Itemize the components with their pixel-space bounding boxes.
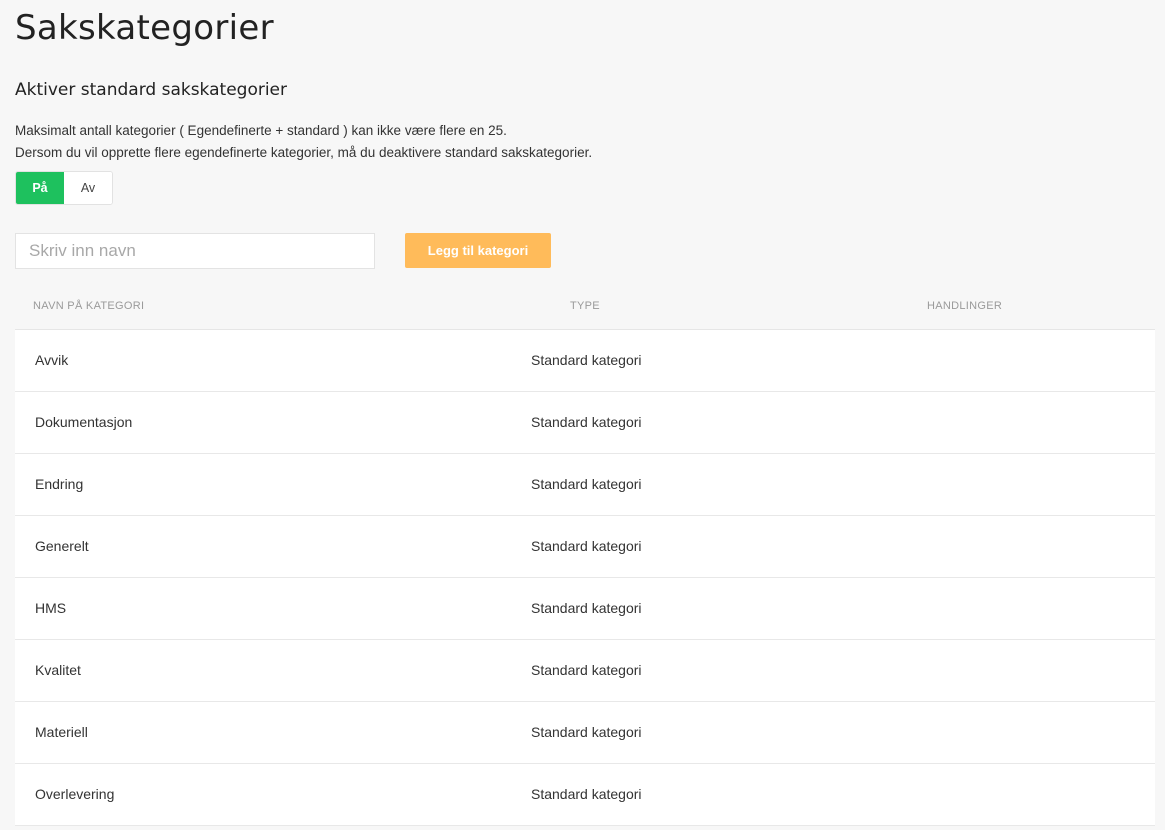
add-category-button[interactable]: Legg til kategori <box>405 233 551 268</box>
table-row: Dokumentasjon Standard kategori <box>15 392 1155 454</box>
table-row: Avvik Standard kategori <box>15 330 1155 392</box>
table-row: Generelt Standard kategori <box>15 516 1155 578</box>
category-type: Standard kategori <box>531 786 642 802</box>
category-name: Kvalitet <box>35 662 81 678</box>
table-row: HMS Standard kategori <box>15 578 1155 640</box>
description-line-2: Dersom du vil opprette flere egendefiner… <box>15 145 593 160</box>
category-type: Standard kategori <box>531 352 642 368</box>
table-row: Overlevering Standard kategori <box>15 764 1155 826</box>
category-name: Generelt <box>35 538 89 554</box>
category-name: Materiell <box>35 724 88 740</box>
column-header-name: NAVN PÅ KATEGORI <box>33 300 145 312</box>
category-name: Overlevering <box>35 786 115 802</box>
standard-categories-toggle: På Av <box>15 171 113 205</box>
section-subtitle: Aktiver standard sakskategorier <box>15 80 287 100</box>
category-name-input[interactable] <box>15 233 375 269</box>
page: Sakskategorier Aktiver standard sakskate… <box>0 0 1165 830</box>
category-type: Standard kategori <box>531 724 642 740</box>
category-name: HMS <box>35 600 67 616</box>
category-name: Avvik <box>35 352 69 368</box>
toggle-on-option[interactable]: På <box>16 172 64 204</box>
category-type: Standard kategori <box>531 600 642 616</box>
category-type: Standard kategori <box>531 414 642 430</box>
table-header: NAVN PÅ KATEGORI TYPE HANDLINGER <box>15 290 1155 330</box>
category-type: Standard kategori <box>531 662 642 678</box>
category-type: Standard kategori <box>531 538 642 554</box>
table-row: Endring Standard kategori <box>15 454 1155 516</box>
table-row: Materiell Standard kategori <box>15 702 1155 764</box>
column-header-actions: HANDLINGER <box>927 300 1003 312</box>
page-title: Sakskategorier <box>15 8 274 48</box>
category-type: Standard kategori <box>531 476 642 492</box>
description-line-1: Maksimalt antall kategorier ( Egendefine… <box>15 123 507 138</box>
category-name: Endring <box>35 476 84 492</box>
column-header-type: TYPE <box>570 300 600 312</box>
description: Maksimalt antall kategorier ( Egendefine… <box>15 120 592 164</box>
table-row: Kvalitet Standard kategori <box>15 640 1155 702</box>
category-name: Dokumentasjon <box>35 414 133 430</box>
toggle-off-option[interactable]: Av <box>64 172 112 204</box>
category-table-body: Avvik Standard kategori Dokumentasjon St… <box>15 330 1155 826</box>
